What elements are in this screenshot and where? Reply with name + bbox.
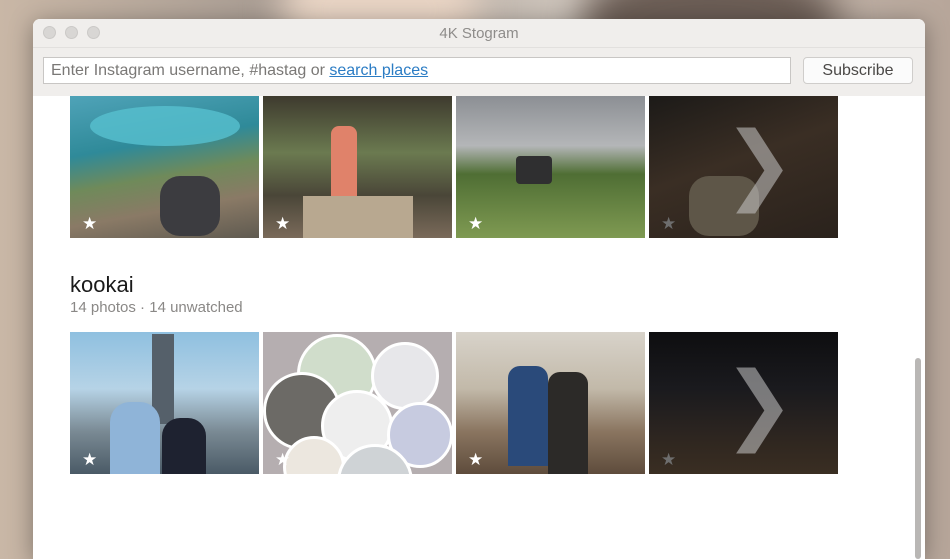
- photo-detail: [90, 106, 240, 146]
- star-icon[interactable]: ★: [661, 451, 676, 468]
- photo-detail: [303, 196, 413, 238]
- search-placeholder: Enter Instagram username, #hastag or: [51, 62, 330, 79]
- photo-thumbnail[interactable]: ★: [456, 96, 645, 238]
- star-icon[interactable]: ★: [275, 215, 290, 232]
- photos-count: 14 photos: [70, 299, 136, 316]
- separator: ·: [135, 299, 150, 316]
- title-bar: 4K Stogram: [33, 19, 925, 48]
- star-icon[interactable]: ★: [275, 451, 290, 468]
- feed-content: ★ ★ ★ ❯ ★ kookai 14 photos · 14 unwatche…: [33, 96, 925, 559]
- photo-detail: [160, 176, 220, 236]
- chevron-right-icon[interactable]: ❯: [723, 354, 795, 454]
- unwatched-count: 14 unwatched: [149, 299, 243, 316]
- vertical-scrollbar[interactable]: [915, 358, 921, 559]
- chevron-right-icon[interactable]: ❯: [723, 114, 795, 214]
- star-icon[interactable]: ★: [661, 215, 676, 232]
- group-title[interactable]: kookai: [70, 272, 134, 298]
- photo-thumbnail[interactable]: ★: [456, 332, 645, 474]
- photo-detail: [331, 126, 357, 206]
- group-subtitle: 14 photos · 14 unwatched: [70, 299, 243, 316]
- photo-thumbnail[interactable]: ❯ ★: [649, 332, 838, 474]
- subscribe-button[interactable]: Subscribe: [803, 57, 913, 84]
- photo-detail: [516, 156, 552, 184]
- photo-row: ★ ★ ★ ❯ ★: [70, 96, 838, 238]
- toolbar: Enter Instagram username, #hastag or sea…: [33, 48, 925, 97]
- photo-thumbnail[interactable]: ★: [263, 96, 452, 238]
- photo-detail: [508, 366, 548, 466]
- star-icon[interactable]: ★: [468, 215, 483, 232]
- star-icon[interactable]: ★: [82, 215, 97, 232]
- search-input[interactable]: Enter Instagram username, #hastag or sea…: [43, 57, 791, 84]
- star-icon[interactable]: ★: [82, 451, 97, 468]
- photo-thumbnail[interactable]: ★: [70, 96, 259, 238]
- app-window: 4K Stogram Enter Instagram username, #ha…: [33, 19, 925, 559]
- star-icon[interactable]: ★: [468, 451, 483, 468]
- photo-thumbnail[interactable]: ★: [263, 332, 452, 474]
- photo-detail: [162, 418, 206, 474]
- photo-row: ★ ★ ★ ❯ ★: [70, 332, 838, 474]
- photo-detail: [548, 372, 588, 474]
- photo-thumbnail[interactable]: ★: [70, 332, 259, 474]
- photo-detail: [110, 402, 160, 474]
- window-title: 4K Stogram: [439, 25, 519, 42]
- photo-thumbnail[interactable]: ❯ ★: [649, 96, 838, 238]
- search-places-link[interactable]: search places: [329, 62, 428, 79]
